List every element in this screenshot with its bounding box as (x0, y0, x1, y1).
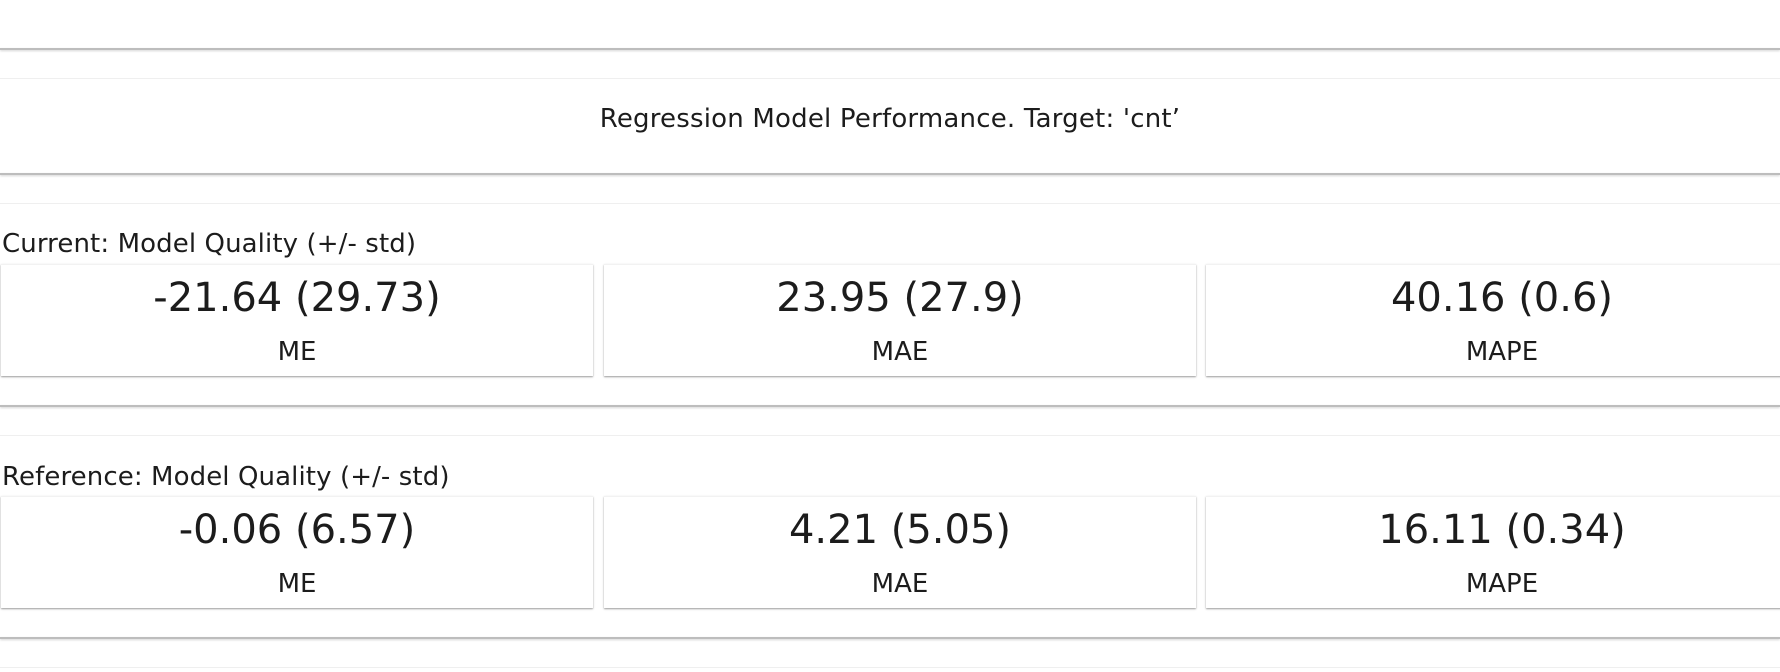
divider (0, 203, 1780, 204)
metric-label: ME (277, 569, 317, 599)
metric-value: -21.64 (29.73) (153, 275, 441, 321)
current-mape-card: 40.16 (0.6) MAPE (1206, 264, 1780, 376)
metric-value: -0.06 (6.57) (178, 507, 416, 553)
metric-label: ME (277, 337, 317, 367)
metric-label: MAPE (1465, 337, 1539, 367)
metric-value: 16.11 (0.34) (1378, 507, 1626, 553)
reference-section-title: Reference: Model Quality (+/- std) (2, 462, 450, 492)
report-page: Regression Model Performance. Target: 'c… (0, 0, 1780, 672)
metric-label: MAE (871, 569, 929, 599)
reference-me-card: -0.06 (6.57) ME (1, 496, 593, 608)
reference-mape-card: 16.11 (0.34) MAPE (1206, 496, 1780, 608)
divider (0, 173, 1780, 175)
divider (0, 435, 1780, 436)
divider (0, 405, 1780, 407)
divider (0, 48, 1780, 50)
divider (0, 78, 1780, 79)
current-me-card: -21.64 (29.73) ME (1, 264, 593, 376)
divider (0, 637, 1780, 639)
metric-value: 4.21 (5.05) (788, 507, 1012, 553)
metric-value: 23.95 (27.9) (776, 275, 1024, 321)
reference-mae-card: 4.21 (5.05) MAE (604, 496, 1196, 608)
metric-label: MAE (871, 337, 929, 367)
current-mae-card: 23.95 (27.9) MAE (604, 264, 1196, 376)
divider (0, 667, 1780, 668)
metric-value: 40.16 (0.6) (1390, 275, 1614, 321)
metric-label: MAPE (1465, 569, 1539, 599)
current-section-title: Current: Model Quality (+/- std) (2, 229, 417, 259)
report-title: Regression Model Performance. Target: 'c… (599, 104, 1181, 134)
